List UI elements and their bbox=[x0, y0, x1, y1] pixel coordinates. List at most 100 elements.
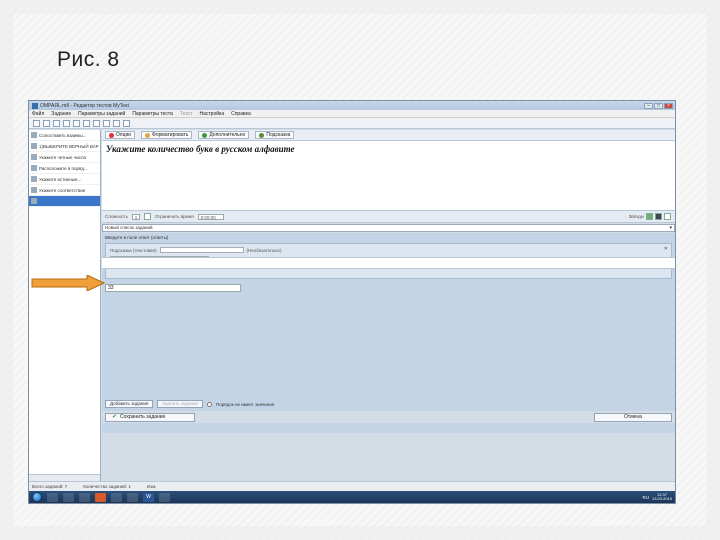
answer-header: Введите в поле ответ (ответы) bbox=[105, 235, 169, 240]
question-text: Укажите количество букв в русском алфави… bbox=[106, 144, 295, 154]
minimize-button[interactable]: – bbox=[644, 102, 653, 109]
hint-button[interactable]: Подсказка bbox=[255, 131, 295, 139]
task-label: 1)ВЫБЕРИТЕ ВЕРНЫЙ ВАР bbox=[39, 143, 99, 149]
task-editor-panel: Опции Форматировать Дополнительно Подска… bbox=[102, 130, 675, 481]
task-list-item[interactable]: Укажите четные числа bbox=[29, 152, 100, 163]
task-type-icon bbox=[31, 143, 37, 149]
taskbar-app-icon[interactable] bbox=[79, 492, 90, 502]
options-button[interactable]: Опции bbox=[105, 131, 136, 139]
hint-label: Подсказка bbox=[266, 132, 291, 138]
menu-bar: Файл Задание Параметры заданий Параметры… bbox=[29, 110, 675, 118]
menu-text[interactable]: Текст bbox=[180, 111, 193, 117]
order-checkbox[interactable] bbox=[206, 401, 212, 407]
task-list-item[interactable]: 1)ВЫБЕРИТЕ ВЕРНЫЙ ВАР bbox=[29, 141, 100, 152]
image-icon[interactable] bbox=[646, 213, 653, 220]
hint-field-label: Подсказка (текстовая) bbox=[110, 247, 157, 253]
preview-icon[interactable] bbox=[113, 119, 120, 127]
task-label: Укажите соответствие bbox=[39, 187, 86, 193]
save-task-button[interactable]: ✔ Сохранить задание bbox=[105, 412, 195, 422]
open-folder-icon[interactable] bbox=[43, 119, 50, 127]
word-icon[interactable]: W bbox=[143, 492, 154, 502]
move-up-icon[interactable] bbox=[83, 119, 90, 127]
menu-task-params[interactable]: Параметры заданий bbox=[78, 111, 125, 117]
delete-icon[interactable] bbox=[103, 119, 110, 127]
task-list-item[interactable]: Укажите истинные... bbox=[29, 174, 100, 185]
settings-right-group: Звёзды bbox=[629, 213, 675, 220]
cancel-button[interactable]: Отмена bbox=[594, 412, 672, 422]
slide-title: Рис. 8 bbox=[57, 48, 120, 71]
clear-icon[interactable] bbox=[664, 213, 671, 220]
move-down-icon[interactable] bbox=[93, 119, 100, 127]
maximize-button[interactable]: □ bbox=[654, 102, 663, 109]
options-label: Опции bbox=[116, 132, 132, 138]
menu-help[interactable]: Справка bbox=[231, 111, 251, 117]
task-settings-row: Сложность 1 Ограничить время 0:00:00 Звё… bbox=[102, 211, 675, 223]
format-button[interactable]: Форматировать bbox=[141, 131, 193, 139]
task-type-select[interactable]: Новый список заданий ▾ bbox=[102, 224, 675, 232]
menu-settings[interactable]: Настройка bbox=[199, 111, 224, 117]
format-label: Форматировать bbox=[152, 132, 189, 138]
window-titlebar: ОМРАЯL.m8 - Редактор тестов MyTest – □ × bbox=[29, 101, 675, 110]
pointer-arrow-icon bbox=[31, 275, 105, 291]
task-list-item[interactable]: Расположите в поряд... bbox=[29, 163, 100, 174]
hint-field-note: (Необязательно) bbox=[246, 247, 282, 253]
clock[interactable]: 12:37 13.03.2015 bbox=[652, 493, 672, 501]
save-icon[interactable] bbox=[53, 119, 60, 127]
status-modified: Изм. bbox=[146, 484, 157, 489]
taskbar-app-icon[interactable] bbox=[63, 492, 74, 502]
task-type-icon bbox=[31, 165, 37, 171]
add-task-icon[interactable] bbox=[63, 119, 70, 127]
new-file-icon[interactable] bbox=[33, 119, 40, 127]
task-type-icon bbox=[31, 187, 37, 193]
time-limit-checkbox[interactable] bbox=[144, 213, 152, 220]
answer-value-input[interactable]: 33 bbox=[105, 284, 241, 292]
hint-field-input[interactable] bbox=[159, 247, 244, 253]
menu-file[interactable]: Файл bbox=[32, 111, 44, 117]
clock-date: 13.03.2015 bbox=[651, 496, 672, 501]
menu-task[interactable]: Задание bbox=[51, 111, 71, 117]
status-count: Количество заданий: 1 bbox=[83, 484, 131, 489]
taskbar-app-icon[interactable] bbox=[111, 492, 122, 502]
task-label: Укажите четные числа bbox=[39, 154, 86, 160]
app-icon bbox=[32, 102, 38, 109]
status-total: Всего заданий: 7 bbox=[32, 484, 68, 489]
answer-controls: Добавить задание Удалить задание Порядок… bbox=[102, 399, 675, 409]
taskbar-app-icon[interactable] bbox=[159, 492, 170, 502]
task-label: Сопоставить взаимы... bbox=[39, 132, 87, 138]
add-task-button[interactable]: Добавить задание bbox=[105, 400, 154, 408]
stars-label: Звёзды bbox=[628, 214, 644, 219]
task-list-item[interactable]: Укажите соответствие bbox=[29, 185, 100, 196]
start-button[interactable] bbox=[32, 492, 42, 502]
print-icon[interactable] bbox=[123, 119, 130, 127]
language-indicator[interactable]: RU bbox=[642, 495, 649, 500]
system-tray: RU 12:37 13.03.2015 bbox=[642, 493, 675, 501]
time-limit-input[interactable]: 0:00:00 bbox=[197, 213, 224, 220]
task-list-item[interactable]: Сопоставить взаимы... bbox=[29, 130, 100, 141]
save-task-label: Сохранить задание bbox=[120, 413, 166, 420]
remove-answer-icon[interactable]: ✕ bbox=[664, 246, 668, 252]
task-type-icon bbox=[31, 154, 37, 160]
time-limit-label: Ограничить время bbox=[155, 214, 194, 219]
menu-test-params[interactable]: Параметры теста bbox=[132, 111, 173, 117]
taskbar-app-icon[interactable] bbox=[95, 492, 106, 502]
taskbar-app-icon[interactable] bbox=[127, 492, 138, 502]
extra-button[interactable]: Дополнительно bbox=[198, 131, 250, 139]
sound-icon[interactable] bbox=[655, 213, 662, 220]
extra-label: Дополнительно bbox=[209, 132, 246, 138]
difficulty-input[interactable]: 1 bbox=[132, 213, 141, 220]
save-row: ✔ Сохранить задание Отмена bbox=[102, 411, 675, 423]
task-label: Расположите в поряд... bbox=[39, 165, 88, 171]
task-list-scrollbar[interactable] bbox=[29, 474, 100, 481]
task-list-item-selected[interactable] bbox=[29, 196, 100, 207]
window-controls: – □ × bbox=[644, 102, 675, 109]
answer-value-strip: 33 bbox=[102, 257, 675, 292]
taskbar-app-icon[interactable] bbox=[47, 492, 58, 502]
task-type-icon bbox=[31, 132, 37, 138]
close-button[interactable]: × bbox=[664, 102, 673, 109]
task-type-icon bbox=[31, 176, 37, 182]
question-editor[interactable]: Укажите количество букв в русском алфави… bbox=[102, 141, 675, 211]
windows-taskbar: W RU 12:37 13.03.2015 bbox=[29, 491, 675, 503]
task-list: Сопоставить взаимы... 1)ВЫБЕРИТЕ ВЕРНЫЙ … bbox=[29, 130, 101, 481]
delete-task-button[interactable]: Удалить задание bbox=[157, 400, 203, 408]
filter-icon[interactable] bbox=[73, 119, 80, 127]
